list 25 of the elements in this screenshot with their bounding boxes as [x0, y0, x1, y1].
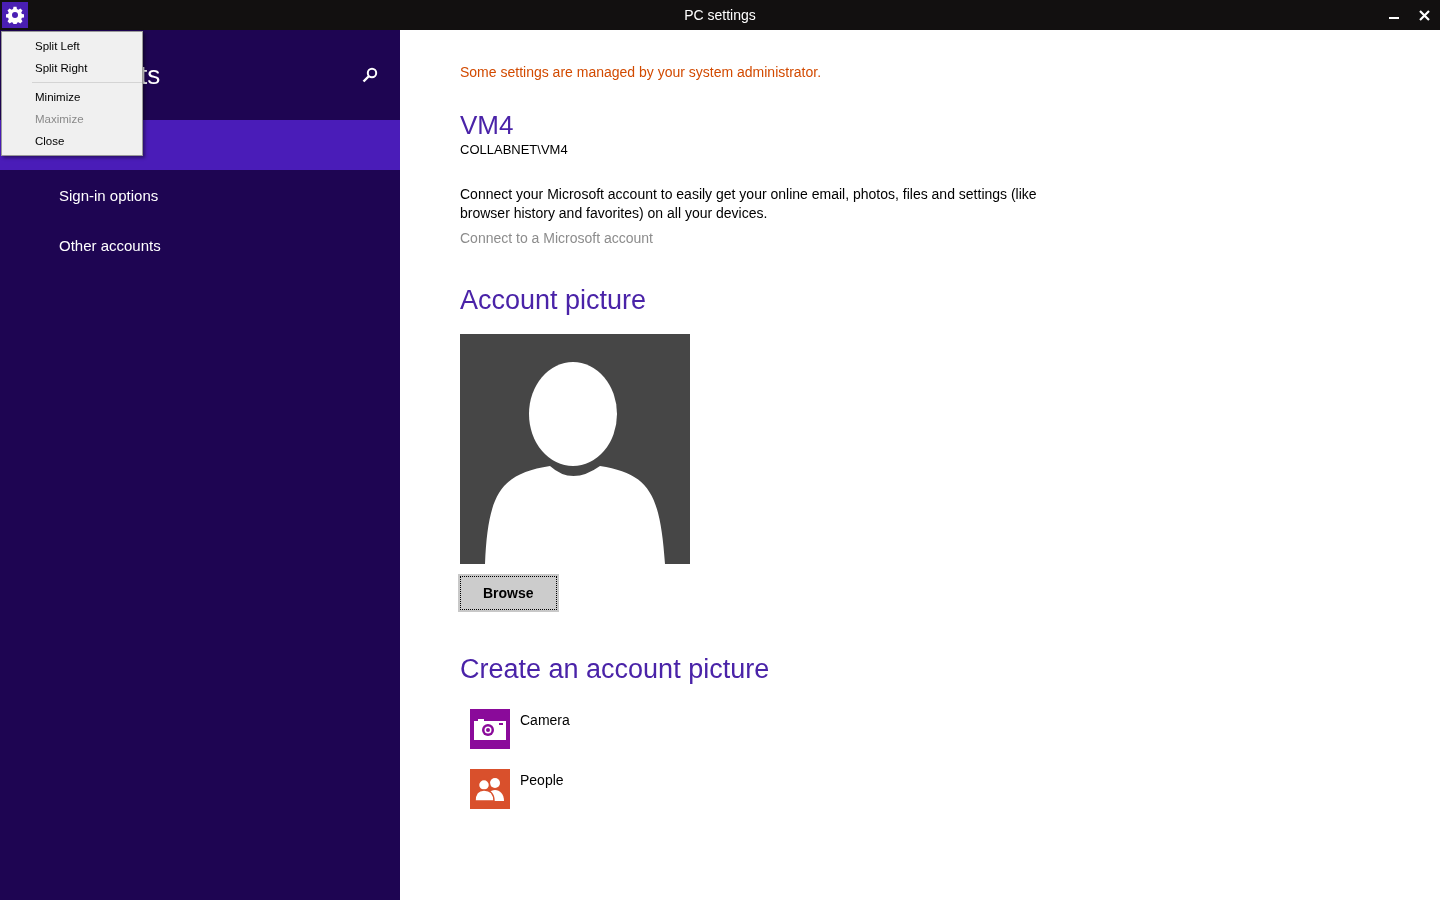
user-name: VM4: [460, 110, 515, 140]
menu-item[interactable]: Close: [2, 130, 142, 152]
section-heading: Account picture: [460, 285, 648, 316]
camera-icon: [474, 718, 506, 740]
description: Connect your Microsoft account to easily get your online email, photos, files and settings (like browser history and favorites) on all your devices.: [460, 185, 1038, 223]
app-tile[interactable]: [470, 769, 510, 809]
sidebar-item[interactable]: Other accounts: [0, 220, 400, 270]
browse-button[interactable]: Browse: [460, 576, 557, 610]
account-id: COLLABNET\VM4: [460, 142, 569, 157]
window-title: PC settings: [684, 7, 756, 23]
menu-item[interactable]: Minimize: [2, 86, 142, 108]
settings-icon[interactable]: [2, 2, 28, 28]
app-label: Camera: [520, 712, 570, 728]
people-icon: [474, 777, 506, 801]
app-label: People: [520, 772, 564, 788]
app-tile[interactable]: [470, 709, 510, 749]
search-icon[interactable]: [362, 67, 378, 83]
menu-item[interactable]: Split Right: [2, 57, 142, 79]
sidebar-item[interactable]: Sign-in options: [0, 170, 400, 220]
close-icon[interactable]: [1419, 9, 1430, 21]
menu-item[interactable]: Split Left: [2, 35, 142, 57]
connect-link[interactable]: Connect to a Microsoft account: [460, 230, 653, 246]
section-heading: Create an account picture: [460, 654, 771, 685]
avatar-icon: [460, 334, 690, 564]
admin-notice: Some settings are managed by your system administrator.: [460, 64, 823, 80]
